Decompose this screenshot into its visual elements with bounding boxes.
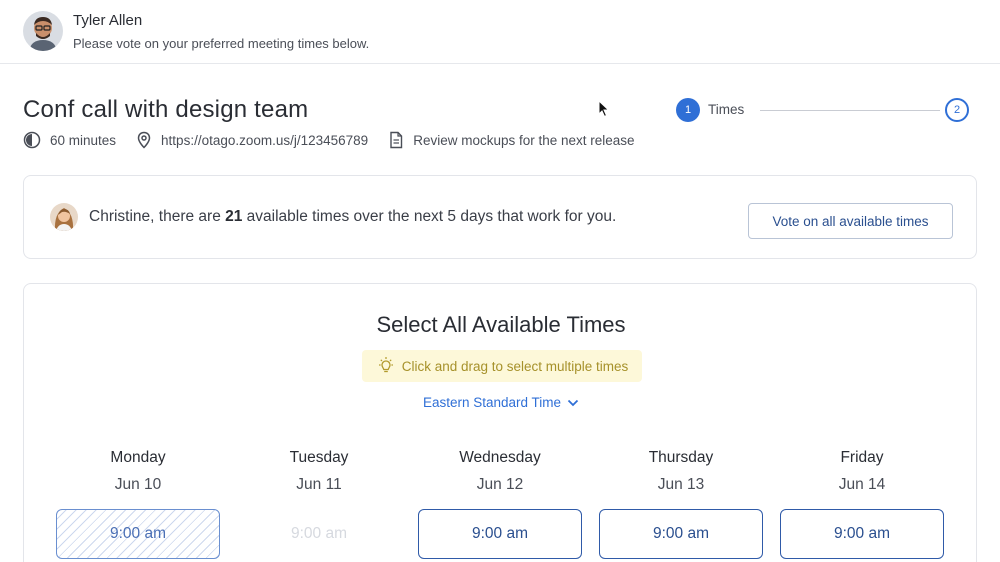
day-date: Jun 14	[838, 476, 886, 493]
drag-hint: Click and drag to select multiple times	[362, 350, 642, 382]
day-date: Jun 11	[296, 476, 342, 493]
meeting-meta: 60 minutes https://otago.zoom.us/j/12345…	[23, 130, 655, 150]
day-column-wednesday: Wednesday Jun 12 9:00 am	[418, 449, 582, 559]
progress-stepper: 1 Times 2	[676, 98, 970, 124]
day-name: Tuesday	[289, 449, 349, 466]
message-suffix: available times over the next 5 days tha…	[242, 208, 617, 225]
note-text: Review mockups for the next release	[413, 132, 635, 148]
chevron-down-icon	[567, 399, 579, 406]
lightbulb-icon	[378, 357, 393, 373]
duration-text: 60 minutes	[50, 132, 117, 148]
select-times-card: Select All Available Times Click and dra…	[23, 283, 977, 562]
availability-message: Christine, there are 21 available times …	[89, 208, 616, 226]
timezone-selector[interactable]: Eastern Standard Time	[24, 395, 978, 410]
time-slot-button[interactable]: 9:00 am	[599, 509, 763, 559]
day-name: Friday	[840, 449, 884, 466]
mouse-cursor-icon	[598, 100, 610, 118]
time-slot-button[interactable]: 9:00 am	[418, 509, 582, 559]
day-column-tuesday: Tuesday Jun 11 9:00 am	[237, 449, 401, 559]
select-times-title: Select All Available Times	[376, 312, 626, 337]
day-column-thursday: Thursday Jun 13 9:00 am	[599, 449, 763, 559]
time-slot-button[interactable]: 9:00 am	[56, 509, 220, 559]
vote-all-button[interactable]: Vote on all available times	[748, 203, 953, 239]
step-2-indicator: 2	[945, 98, 969, 122]
header-subtitle: Please vote on your preferred meeting ti…	[73, 36, 370, 51]
step-connector	[760, 110, 940, 111]
day-date: Jun 12	[476, 476, 524, 493]
day-date: Jun 10	[114, 476, 162, 493]
day-date: Jun 13	[657, 476, 705, 493]
day-column-monday: Monday Jun 10 9:00 am	[56, 449, 220, 559]
host-name: Tyler Allen	[73, 12, 143, 29]
meeting-title: Conf call with design team	[23, 96, 309, 123]
timezone-label: Eastern Standard Time	[422, 395, 562, 410]
time-slot-button[interactable]: 9:00 am	[780, 509, 944, 559]
meeting-note: Review mockups for the next release	[388, 131, 635, 149]
time-slot-disabled: 9:00 am	[237, 509, 401, 559]
step-1-indicator: 1	[676, 98, 700, 122]
host-avatar	[23, 11, 63, 51]
document-icon	[390, 131, 403, 149]
available-count: 21	[225, 208, 243, 225]
day-name: Wednesday	[459, 449, 541, 466]
day-name: Monday	[110, 449, 166, 466]
step-1-label: Times	[708, 102, 745, 117]
guest-avatar	[50, 203, 78, 231]
day-column-friday: Friday Jun 14 9:00 am	[780, 449, 944, 559]
location-link[interactable]: https://otago.zoom.us/j/123456789	[161, 133, 368, 148]
clock-icon	[23, 131, 41, 149]
meeting-location: https://otago.zoom.us/j/123456789	[136, 131, 368, 149]
availability-suggestion-card: Christine, there are 21 available times …	[23, 175, 977, 259]
location-pin-icon	[137, 131, 151, 149]
day-name: Thursday	[648, 449, 714, 466]
top-bar: Tyler Allen Please vote on your preferre…	[0, 0, 1000, 64]
message-prefix: Christine, there are	[89, 208, 226, 225]
drag-hint-text: Click and drag to select multiple times	[401, 358, 629, 374]
meeting-duration: 60 minutes	[23, 131, 116, 149]
